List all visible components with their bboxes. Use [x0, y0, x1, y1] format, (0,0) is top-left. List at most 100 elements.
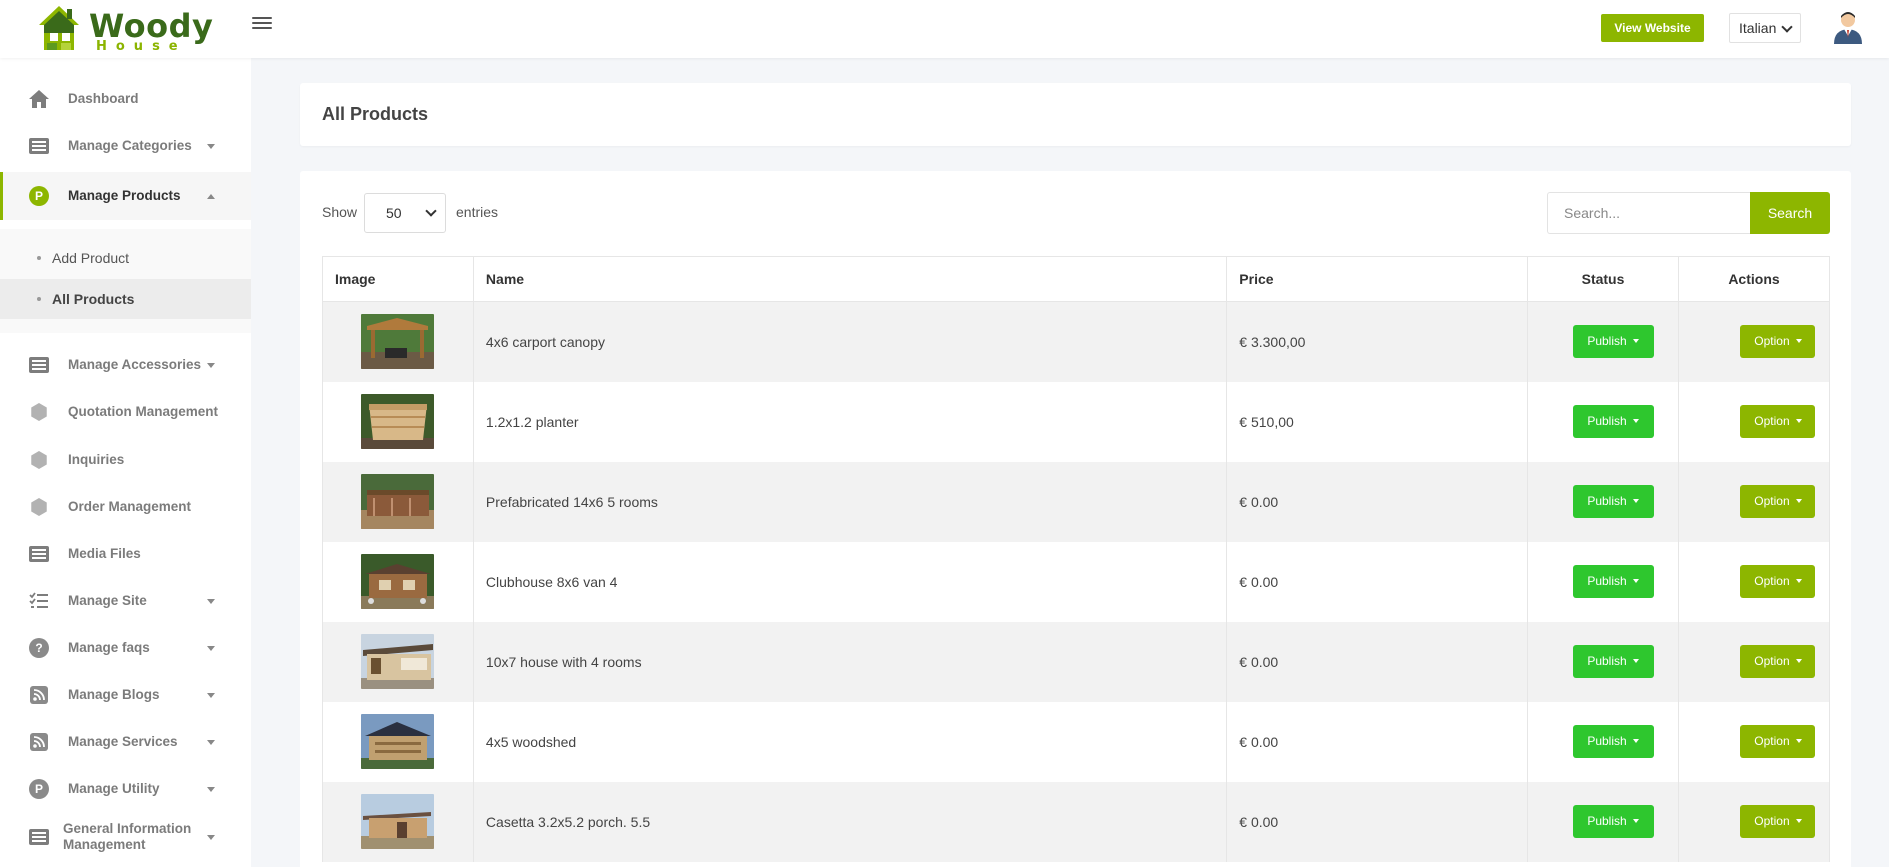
caret-down-icon [1632, 738, 1639, 743]
bullet-icon [37, 256, 41, 260]
sidebar-item-manage-accessories[interactable]: Manage Accessories [0, 345, 251, 385]
caret-down-icon [1795, 498, 1802, 503]
product-name: 1.2x1.2 planter [472, 381, 1228, 462]
search-input[interactable] [1547, 192, 1751, 234]
entries-label: entries [456, 204, 499, 220]
caret-down-icon [1795, 738, 1802, 743]
sidebar-item-manage-utility[interactable]: P Manage Utility [0, 769, 251, 809]
caret-down-icon [1632, 339, 1639, 344]
table-row: Clubhouse 8x6 van 4 € 0.00 Publish Optio… [322, 541, 1831, 622]
option-button[interactable]: Option [1740, 805, 1816, 838]
chevron-down-icon [1781, 21, 1793, 33]
hexagon-icon [28, 401, 50, 423]
product-price: € 0.00 [1226, 701, 1529, 782]
product-price: € 0.00 [1226, 461, 1529, 542]
product-price: € 0.00 [1226, 781, 1529, 862]
option-button[interactable]: Option [1740, 485, 1816, 518]
sidebar-item-manage-blogs[interactable]: Manage Blogs [0, 675, 251, 715]
sidebar-item-dashboard[interactable]: Dashboard [0, 79, 251, 119]
product-name: Prefabricated 14x6 5 rooms [472, 461, 1228, 542]
list-icon [28, 543, 50, 565]
caret-down-icon [1795, 418, 1802, 423]
caret-down-icon [1632, 498, 1639, 503]
publish-status-button[interactable]: Publish [1572, 565, 1654, 598]
sidebar-subitem-label: All Products [52, 291, 135, 307]
option-button[interactable]: Option [1740, 645, 1816, 678]
table-row: Prefabricated 14x6 5 rooms € 0.00 Publis… [322, 461, 1831, 542]
product-thumbnail[interactable] [361, 794, 435, 849]
table-row: Casetta 3.2x5.2 porch. 5.5 € 0.00 Publis… [322, 781, 1831, 862]
caret-down-icon [207, 143, 215, 149]
top-header: Woody House View Website Italian [0, 0, 1889, 58]
sidebar-item-manage-site[interactable]: Manage Site [0, 581, 251, 621]
sidebar-item-label: Manage Products [68, 188, 181, 203]
product-price: € 3.300,00 [1226, 301, 1529, 382]
caret-down-icon [207, 834, 215, 840]
chevron-down-icon [425, 205, 437, 217]
publish-status-button[interactable]: Publish [1572, 725, 1654, 758]
sidebar-item-manage-faqs[interactable]: ? Manage faqs [0, 628, 251, 668]
show-label: Show [322, 204, 358, 220]
table-row: 10x7 house with 4 rooms € 0.00 Publish O… [322, 621, 1831, 702]
sidebar-item-manage-services[interactable]: Manage Services [0, 722, 251, 762]
product-thumbnail[interactable] [361, 394, 435, 449]
search-button[interactable]: Search [1750, 192, 1830, 234]
woody-house-logo[interactable]: Woody House [34, 3, 214, 54]
column-header-status[interactable]: Status [1527, 256, 1679, 302]
publish-status-button[interactable]: Publish [1572, 645, 1654, 678]
option-button[interactable]: Option [1740, 325, 1816, 359]
caret-down-icon [1795, 578, 1802, 583]
user-avatar[interactable] [1832, 10, 1864, 44]
utility-icon: P [28, 778, 50, 800]
column-header-actions[interactable]: Actions [1677, 256, 1831, 302]
caret-down-icon [1795, 339, 1802, 344]
product-thumbnail[interactable] [361, 474, 435, 529]
entries-per-page-select[interactable]: 50 [364, 193, 446, 233]
caret-down-icon [207, 739, 215, 745]
rss-icon [28, 731, 50, 753]
product-thumbnail[interactable] [361, 634, 435, 689]
sidebar-item-label: Manage Categories [68, 138, 192, 153]
product-thumbnail[interactable] [361, 714, 435, 769]
sidebar-item-quotation-management[interactable]: Quotation Management [0, 392, 251, 432]
column-header-image[interactable]: Image [322, 256, 474, 302]
sidebar-item-order-management[interactable]: Order Management [0, 487, 251, 527]
publish-status-button[interactable]: Publish [1572, 805, 1654, 838]
sidebar-item-media-files[interactable]: Media Files [0, 534, 251, 574]
publish-status-button[interactable]: Publish [1572, 485, 1654, 518]
sidebar-item-label: Dashboard [68, 91, 139, 106]
caret-down-icon [1795, 818, 1802, 823]
column-header-name[interactable]: Name [472, 256, 1228, 302]
table-row: 4x6 carport canopy € 3.300,00 Publish Op… [322, 301, 1831, 382]
table-row: 1.2x1.2 planter € 510,00 Publish Option [322, 381, 1831, 462]
sidebar-item-manage-categories[interactable]: Manage Categories [0, 126, 251, 166]
caret-down-icon [1632, 418, 1639, 423]
sidebar-item-general-information[interactable]: General Information Management [0, 816, 251, 858]
option-button[interactable]: Option [1740, 405, 1816, 438]
product-price: € 0.00 [1226, 541, 1529, 622]
option-button[interactable]: Option [1740, 565, 1816, 598]
option-button[interactable]: Option [1740, 725, 1816, 758]
language-select[interactable]: Italian [1729, 13, 1801, 43]
product-thumbnail[interactable] [361, 314, 435, 370]
menu-toggle-icon[interactable] [252, 14, 272, 34]
sidebar-subitem-all-products[interactable]: All Products [0, 279, 251, 319]
product-thumbnail[interactable] [361, 554, 435, 609]
sidebar-item-label: Manage faqs [68, 640, 150, 655]
publish-status-button[interactable]: Publish [1572, 405, 1654, 438]
sidebar-item-label: Manage Site [68, 593, 147, 608]
view-website-button[interactable]: View Website [1601, 14, 1704, 42]
caret-down-icon [1795, 658, 1802, 663]
product-name: 4x5 woodshed [472, 701, 1228, 782]
sidebar-item-label: Quotation Management [68, 404, 219, 419]
publish-status-button[interactable]: Publish [1572, 325, 1654, 359]
table-header-row: Image Name Price Status Actions [322, 256, 1831, 302]
sidebar-item-manage-products[interactable]: P Manage Products [0, 172, 251, 220]
products-table: Image Name Price Status Actions 4x6 carp… [322, 256, 1831, 862]
sidebar-subitem-add-product[interactable]: Add Product [0, 238, 251, 278]
column-header-price[interactable]: Price [1226, 256, 1529, 302]
house-logo-icon [39, 6, 79, 50]
sidebar-item-inquiries[interactable]: Inquiries [0, 440, 251, 480]
sidebar-subitem-label: Add Product [52, 250, 130, 266]
hexagon-icon [28, 496, 50, 518]
